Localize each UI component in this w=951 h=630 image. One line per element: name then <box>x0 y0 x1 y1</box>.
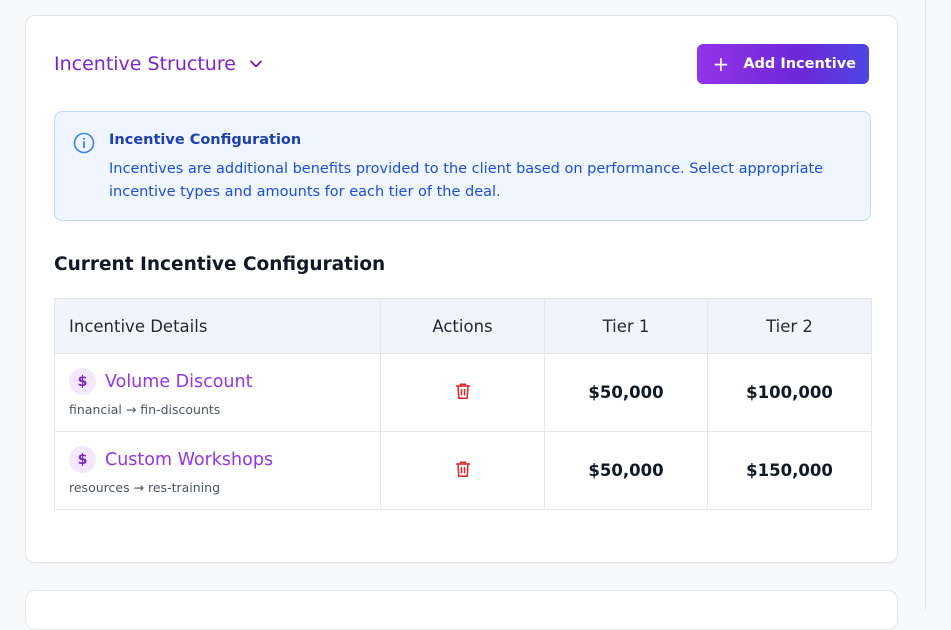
section-header: Incentive Structure + Add Incentive <box>54 44 869 84</box>
info-title: Incentive Configuration <box>109 132 302 148</box>
table-row: $ Volume Discount financial → fin-discou… <box>54 353 872 432</box>
trash-icon[interactable] <box>455 460 471 482</box>
column-header-details: Incentive Details <box>54 298 381 354</box>
trash-icon[interactable] <box>455 382 471 404</box>
table-heading: Current Incentive Configuration <box>54 254 386 275</box>
add-incentive-label: Add Incentive <box>743 56 856 72</box>
dollar-icon: $ <box>69 368 96 395</box>
incentive-name[interactable]: Volume Discount <box>105 372 252 392</box>
incentive-category-path: resources → res-training <box>69 480 221 495</box>
chevron-down-icon <box>248 56 264 72</box>
table-header-row: Incentive Details Actions Tier 1 Tier 2 <box>54 298 872 354</box>
actions-cell <box>380 431 545 510</box>
incentive-name[interactable]: Custom Workshops <box>105 450 273 470</box>
section-toggle[interactable]: Incentive Structure <box>54 53 264 75</box>
info-icon <box>73 132 95 158</box>
incentive-structure-card: Incentive Structure + Add Incentive Ince… <box>25 15 898 563</box>
column-header-tier-1: Tier 1 <box>544 298 708 354</box>
info-description: Incentives are additional benefits provi… <box>109 161 824 200</box>
incentive-category-path: financial → fin-discounts <box>69 402 221 417</box>
tier-2-cell: $100,000 <box>707 353 872 432</box>
tier-2-value: $150,000 <box>746 461 833 480</box>
section-title: Incentive Structure <box>54 53 236 75</box>
page-divider <box>925 0 926 610</box>
tier-1-value: $50,000 <box>588 461 664 480</box>
tier-2-value: $100,000 <box>746 383 833 402</box>
tier-1-value: $50,000 <box>588 383 664 402</box>
incentive-details-cell: $ Custom Workshops resources → res-train… <box>54 431 381 510</box>
incentive-table: Incentive Details Actions Tier 1 Tier 2 … <box>54 298 872 510</box>
tier-1-cell: $50,000 <box>544 431 708 510</box>
table-row: $ Custom Workshops resources → res-train… <box>54 431 872 510</box>
next-section-card <box>25 590 898 630</box>
tier-1-cell: $50,000 <box>544 353 708 432</box>
column-header-actions: Actions <box>380 298 545 354</box>
dollar-icon: $ <box>69 446 96 473</box>
add-incentive-button[interactable]: + Add Incentive <box>696 44 869 84</box>
tier-2-cell: $150,000 <box>707 431 872 510</box>
plus-icon: + <box>712 52 730 76</box>
actions-cell <box>380 353 545 432</box>
incentive-details-cell: $ Volume Discount financial → fin-discou… <box>54 353 381 432</box>
column-header-tier-2: Tier 2 <box>707 298 872 354</box>
info-callout: Incentive Configuration Incentives are a… <box>54 111 871 221</box>
